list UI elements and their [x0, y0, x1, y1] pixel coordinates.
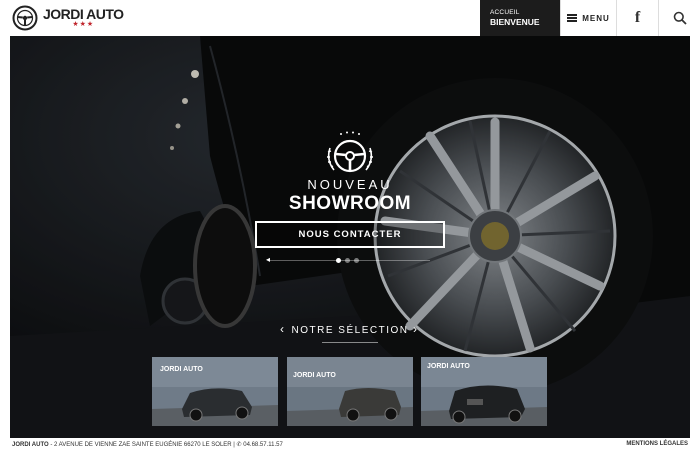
- hamburger-icon: [567, 14, 578, 22]
- steering-wheel-badge-icon: [327, 131, 373, 173]
- logo-name: JORDI AUTO: [43, 6, 124, 22]
- site-footer: JORDI AUTO - 2 AVENUE DE VIENNE ZAE SAIN…: [0, 438, 700, 450]
- footer-brand: JORDI AUTO: [12, 442, 49, 448]
- car-thumbnail-3[interactable]: JORDI AUTO: [421, 357, 547, 426]
- contact-button[interactable]: NOUS CONTACTER: [255, 221, 445, 248]
- search-icon: [673, 11, 687, 25]
- logo-stars: ★★★: [72, 21, 95, 28]
- car-thumbnail-1[interactable]: JORDI AUTO: [152, 357, 278, 426]
- steering-wheel-icon: [12, 5, 38, 31]
- nav-accueil[interactable]: ACCUEIL BIENVENUE: [480, 0, 560, 36]
- contact-button-label: NOUS CONTACTER: [298, 229, 402, 240]
- footer-phone[interactable]: ✆ 04.68.57.11.57: [237, 442, 283, 448]
- facebook-icon: f: [634, 9, 641, 26]
- thumbnail-3-sign: JORDI AUTO: [427, 363, 470, 370]
- slider-dot-3[interactable]: [354, 258, 359, 263]
- slider-dots: [336, 258, 359, 263]
- footer-address-text: - 2 AVENUE DE VIENNE ZAE SAINTE EUGÉNIE …: [48, 442, 237, 448]
- nav-accueil-main: BIENVENUE: [490, 17, 540, 27]
- hero-subtitle: NOUVEAU: [307, 177, 393, 192]
- menu-label: MENU: [582, 13, 610, 23]
- thumbnail-2-sign: JORDI AUTO: [293, 372, 336, 379]
- slider-dot-1[interactable]: [336, 258, 341, 263]
- nav-accueil-small: ACCUEIL: [490, 9, 520, 16]
- hero-slider: NOUS CONTACTER ◂ ‹ › JORDI AUTO JORDI AU…: [10, 36, 690, 438]
- facebook-button[interactable]: f: [616, 0, 658, 36]
- site-header: JORDI AUTO ★★★ ACCUEIL BIENVENUE MENU f: [0, 0, 700, 36]
- logo[interactable]: JORDI AUTO ★★★: [12, 4, 124, 32]
- legal-link[interactable]: MENTIONS LÉGALES: [626, 441, 688, 447]
- car-thumbnail-2[interactable]: JORDI AUTO: [287, 357, 413, 426]
- slider-arrow-icon[interactable]: ◂: [266, 256, 270, 264]
- menu-button[interactable]: MENU: [560, 0, 616, 36]
- hero-title: SHOWROOM: [288, 193, 412, 214]
- thumbnail-1-sign: JORDI AUTO: [160, 366, 203, 373]
- selection-divider: [322, 342, 378, 343]
- slider-dot-2[interactable]: [345, 258, 350, 263]
- search-button[interactable]: [658, 0, 700, 36]
- footer-address: JORDI AUTO - 2 AVENUE DE VIENNE ZAE SAIN…: [12, 441, 283, 448]
- selection-title: NOTRE SÉLECTION: [291, 325, 409, 336]
